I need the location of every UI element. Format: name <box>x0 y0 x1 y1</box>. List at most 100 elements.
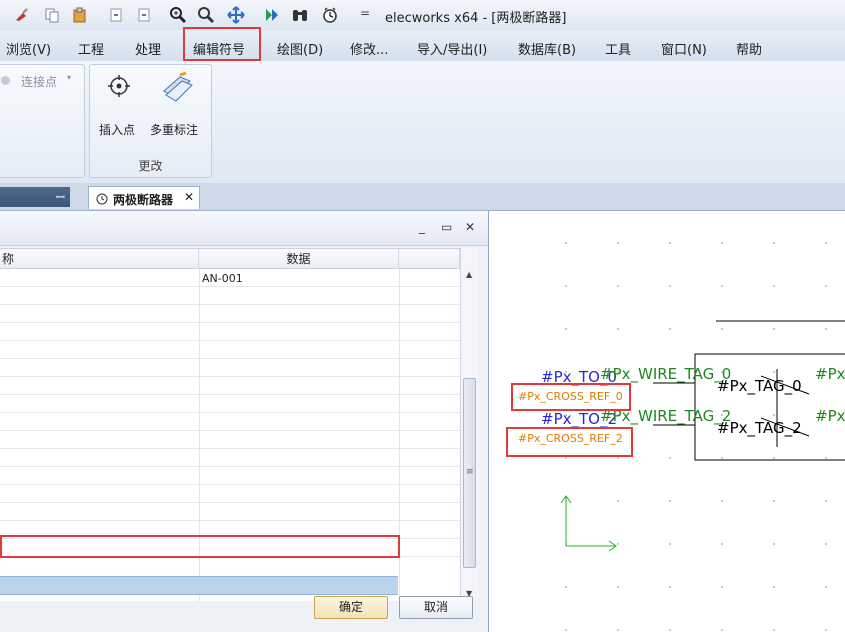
ribbon-group-change: 插入点 多重标注 更改 <box>89 64 212 178</box>
menu-help[interactable]: 帮助 <box>736 39 762 58</box>
grid-dot <box>669 543 671 545</box>
tab-label: 两极断路器 <box>113 193 174 207</box>
scroll-up-arrow-icon[interactable]: ▲ <box>466 270 472 279</box>
grid-dot <box>773 328 775 330</box>
scrollbar-thumb[interactable]: ≡ <box>463 378 476 568</box>
toolbar-customize-glyph[interactable]: = <box>360 6 370 20</box>
insert-point-button-label[interactable]: 插入点 <box>99 121 135 138</box>
ribbon: 连接点 ▾ 插入点 多重标注 更改 <box>0 61 845 184</box>
grid-dot <box>825 457 827 459</box>
grid-dot <box>617 457 619 459</box>
grid-dot <box>773 500 775 502</box>
ribbon-group-connection: 连接点 ▾ <box>0 64 85 178</box>
cell-data: AN-001 <box>202 272 243 285</box>
menu-browse[interactable]: 浏览(V) <box>6 39 51 58</box>
label-px-tag-2[interactable]: #Px_TAG_2 <box>717 419 802 437</box>
grid-dot <box>721 457 723 459</box>
symbol-clock-icon <box>95 191 109 208</box>
column-header-name[interactable]: 称 <box>0 249 199 269</box>
binoculars-icon[interactable] <box>290 5 310 25</box>
grid-dot <box>669 285 671 287</box>
grid-dot <box>565 586 567 588</box>
column-header-filler <box>399 249 460 269</box>
grid-dot <box>565 328 567 330</box>
grid-dot <box>721 242 723 244</box>
grid-dot <box>773 414 775 416</box>
drawing-canvas[interactable]: #Px_TO_0 #Px_WIRE_TAG_0 #Px_CROSS_REF_0 … <box>489 211 845 632</box>
paste-icon[interactable] <box>70 5 90 25</box>
tab-two-pole-breaker[interactable]: 两极断路器 ✕ <box>88 186 200 209</box>
table-row[interactable] <box>0 449 460 467</box>
cancel-button[interactable]: 取消 <box>399 596 473 619</box>
label-px-tag-0[interactable]: #Px_TAG_0 <box>717 377 802 395</box>
grid-dot <box>773 629 775 631</box>
table-row[interactable] <box>0 485 460 503</box>
menu-import-export[interactable]: 导入/导出(I) <box>417 39 487 58</box>
table-row[interactable]: AN-001 <box>0 269 460 287</box>
table-row[interactable] <box>0 395 460 413</box>
grid-dot <box>565 457 567 459</box>
table-row[interactable] <box>0 377 460 395</box>
ok-button[interactable]: 确定 <box>314 596 388 619</box>
zoom-icon[interactable] <box>196 5 216 25</box>
grid-dot <box>773 242 775 244</box>
undo-icon[interactable] <box>106 5 126 25</box>
menu-process[interactable]: 处理 <box>135 39 161 58</box>
multi-tag-button-label[interactable]: 多重标注 <box>150 121 198 138</box>
vertical-scrollbar[interactable]: ▲ ≡ ▼ <box>460 248 479 600</box>
menu-database[interactable]: 数据库(B) <box>518 39 576 58</box>
grid-dot <box>773 543 775 545</box>
table-row[interactable] <box>0 305 460 323</box>
grid-dot <box>825 543 827 545</box>
column-header-data[interactable]: 数据 <box>199 249 399 269</box>
grid-dot <box>565 285 567 287</box>
grid-dot <box>617 629 619 631</box>
connection-point-label[interactable]: 连接点 <box>21 73 57 90</box>
grid-dot <box>773 371 775 373</box>
grid-dot <box>721 500 723 502</box>
table-row[interactable] <box>0 287 460 305</box>
crosshair-icon[interactable] <box>107 74 131 101</box>
dialog-title-bar: _ ▭ ✕ <box>0 211 488 246</box>
menu-modify[interactable]: 修改... <box>350 39 388 58</box>
menu-project[interactable]: 工程 <box>78 39 104 58</box>
redo-icon[interactable] <box>134 5 154 25</box>
table-row[interactable] <box>0 467 460 485</box>
grid-dot <box>617 328 619 330</box>
table-row[interactable] <box>0 431 460 449</box>
grid-dot <box>721 285 723 287</box>
grid-dot <box>617 543 619 545</box>
ribbon-group-label: 更改 <box>138 159 163 173</box>
label-px-right-bottom[interactable]: #Px <box>815 407 845 425</box>
copy-icon[interactable] <box>42 5 62 25</box>
zoom-fit-icon[interactable] <box>168 5 188 25</box>
menu-tools[interactable]: 工具 <box>605 39 631 58</box>
menu-draw[interactable]: 绘图(D) <box>277 39 323 58</box>
table-row[interactable] <box>0 323 460 341</box>
maximize-button[interactable]: ▭ <box>441 220 452 234</box>
grid-dot <box>617 500 619 502</box>
grid-dot <box>565 242 567 244</box>
grid-dot <box>773 457 775 459</box>
docked-panel-header: ꟷ <box>0 187 70 207</box>
delete-icon[interactable] <box>12 5 32 25</box>
dialog-close-button[interactable]: ✕ <box>465 220 475 234</box>
multi-tag-icon[interactable] <box>160 71 194 106</box>
selected-table-row[interactable] <box>0 576 398 595</box>
clock-icon[interactable] <box>320 5 340 25</box>
table-row[interactable] <box>0 413 460 431</box>
close-icon[interactable]: ✕ <box>184 190 194 204</box>
table-row[interactable] <box>0 503 460 521</box>
label-px-right-top[interactable]: #Px <box>815 365 845 383</box>
menu-window[interactable]: 窗口(N) <box>661 39 707 58</box>
row-highlight-box <box>0 535 400 558</box>
table-row[interactable] <box>0 341 460 359</box>
minimize-button[interactable]: _ <box>419 220 425 234</box>
pan-icon[interactable] <box>226 5 246 25</box>
grid-dot <box>825 328 827 330</box>
table-row[interactable] <box>0 359 460 377</box>
pin-icon[interactable]: ꟷ <box>56 190 65 205</box>
label-px-wire-tag-0[interactable]: #Px_WIRE_TAG_0 <box>600 365 731 383</box>
grid-dot <box>825 500 827 502</box>
play-icon[interactable] <box>262 5 282 25</box>
